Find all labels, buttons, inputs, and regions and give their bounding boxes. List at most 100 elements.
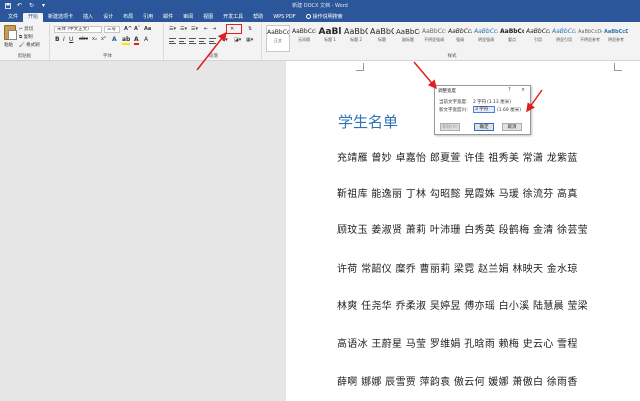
copy-button[interactable]: ⧉ 复制 (19, 34, 33, 40)
paste-icon[interactable] (4, 25, 17, 40)
style-name: 标题 2 (350, 37, 362, 42)
style-sample: AaBbCcDc (604, 29, 628, 35)
tab-new[interactable]: 新建选项卡 (43, 13, 78, 22)
increase-indent-icon[interactable]: ⇥ (212, 26, 216, 32)
style-intense-quote[interactable]: AaBbCcDc 明显引用 (552, 25, 576, 52)
style-name: 标题 1 (324, 37, 336, 42)
multilevel-list-icon[interactable]: ☰▾ (191, 26, 198, 32)
style-intense-emphasis[interactable]: AaBbCcDc 明显强调 (474, 25, 498, 52)
document-canvas[interactable]: 学生名单 充靖雁 曾妙 卓嘉怡 郎夏萱 许佳 祖秀美 常潇 龙紫蓝 靳祖库 能逸… (0, 61, 640, 401)
numbering-icon[interactable]: ☰▾ (180, 26, 187, 32)
reset-button[interactable]: 删除(R) (440, 123, 460, 131)
tab-help[interactable]: 帮助 (248, 13, 268, 22)
close-icon[interactable]: × (521, 87, 525, 93)
margin-corner-mark (356, 63, 364, 71)
format-painter-button[interactable]: 🖌 格式刷 (19, 42, 40, 48)
paragraph-group-label: 段落 (209, 54, 218, 59)
char-shading-icon[interactable]: A (144, 36, 148, 43)
document-heading[interactable]: 学生名单 (338, 111, 398, 132)
font-color-icon[interactable]: A (134, 36, 139, 45)
justify-icon[interactable] (199, 38, 206, 44)
style-subtle-emphasis[interactable]: AaBbCcDc 不明显强调 (422, 25, 446, 52)
name-line[interactable]: 顾玟玉 姜淑贤 萧莉 叶沛珊 白秀英 段鹤梅 金清 徐芸莹 (337, 221, 588, 236)
style-name: 不明显强调 (424, 37, 444, 42)
align-right-icon[interactable] (189, 38, 196, 44)
line-spacing-icon[interactable]: ↕▾ (221, 37, 228, 43)
tab-wps-pdf[interactable]: WPS PDF (268, 13, 300, 22)
style-intense-reference[interactable]: AaBbCcDc 明显参考 (604, 25, 628, 52)
tab-design[interactable]: 设计 (98, 13, 118, 22)
style-sample: AaBbCcDc (526, 28, 550, 35)
decrease-indent-icon[interactable]: ⇤ (204, 26, 208, 32)
style-subtitle[interactable]: AaBbCcD副标题 (396, 25, 420, 52)
style-quote[interactable]: AaBbCcDc 引用 (526, 25, 550, 52)
tab-home[interactable]: 开始 (23, 13, 44, 22)
name-line[interactable]: 充靖雁 曾妙 卓嘉怡 郎夏萱 许佳 祖秀美 常潇 龙紫蓝 (337, 149, 578, 164)
bullets-icon[interactable]: ☰▾ (169, 26, 176, 32)
new-width-unit: (1.69 厘米) (497, 108, 521, 113)
current-width-label: 当前文字宽度: (439, 100, 468, 105)
style-sample: AaBbCcDc (448, 28, 472, 35)
tab-developer[interactable]: 开发工具 (218, 13, 248, 22)
style-sample: AaBbC (344, 27, 368, 36)
style-strong[interactable]: AaBbCcDc 要点 (500, 25, 524, 52)
superscript-icon[interactable]: x² (101, 36, 106, 42)
text-effects-icon[interactable]: A (112, 36, 117, 43)
distributed-icon[interactable] (209, 38, 216, 44)
font-group: 宋体 (中文正文) 三号 A^ Aˇ Aa B I U abc x₂ x² A … (52, 23, 164, 60)
new-width-input[interactable]: 3 字符 (473, 106, 495, 113)
ok-button[interactable]: 确定 (474, 123, 494, 131)
help-icon[interactable]: ? (508, 87, 511, 93)
tab-review[interactable]: 审阅 (178, 13, 198, 22)
style-heading-2[interactable]: AaBbC 标题 2 (344, 25, 368, 52)
name-line[interactable]: 高语冰 王蔚星 马莹 罗维娟 孔晗雨 赖梅 史云心 雪程 (337, 335, 578, 350)
font-name-select[interactable]: 宋体 (中文正文) (54, 26, 102, 33)
style-sample: AaBbCcD (396, 28, 420, 36)
style-subtle-reference[interactable]: AaBbCcDc 不明显参考 (578, 25, 602, 52)
subscript-icon[interactable]: x₂ (92, 36, 97, 42)
style-heading-1[interactable]: AaBl 标题 1 (318, 25, 342, 52)
tell-me-label: 操作说明搜索 (312, 14, 343, 20)
tab-file[interactable]: 文件 (3, 13, 23, 22)
sort-icon[interactable]: ⇅ (248, 26, 252, 32)
style-sample: AaBbCcDc (474, 28, 498, 35)
style-sample: AaBbCcDc (267, 29, 289, 36)
tell-me-search[interactable]: 操作说明搜索 (301, 13, 348, 22)
name-line[interactable]: 靳祖库 能逸丽 丁林 勾昭懿 晃霞姝 马瑗 徐流芬 高真 (337, 185, 578, 200)
style-emphasis[interactable]: AaBbCcDc 强调 (448, 25, 472, 52)
current-width-unit: (1.13 厘米) (487, 100, 511, 105)
name-line[interactable]: 薛啊 娜娜 辰雪贾 萍韵袁 傲云何 媛娜 萧傲白 徐雨香 (337, 373, 578, 388)
cancel-button[interactable]: 取消 (502, 123, 522, 131)
style-normal[interactable]: AaBbCcDc 正文 (266, 25, 290, 52)
grow-font-icon[interactable]: A^ (124, 26, 132, 32)
shading-icon[interactable]: ◪▾ (234, 37, 241, 43)
paste-label[interactable]: 粘贴 (4, 42, 13, 48)
font-size-select[interactable]: 三号 (104, 26, 120, 33)
tab-insert[interactable]: 插入 (78, 13, 98, 22)
cut-button[interactable]: ✂ 剪切 (19, 26, 33, 32)
tab-layout[interactable]: 布局 (118, 13, 138, 22)
tab-references[interactable]: 引用 (138, 13, 158, 22)
name-line[interactable]: 许荷 常韶仪 糜乔 曹丽莉 梁霓 赵兰娟 林映天 金水琼 (337, 260, 578, 275)
change-case-icon[interactable]: Aa (144, 26, 151, 32)
style-sample: AaBbCcDc (552, 28, 576, 35)
style-name: 正文 (274, 38, 282, 43)
clipboard-group: 粘贴 ✂ 剪切 ⧉ 复制 🖌 格式刷 剪贴板 (0, 23, 50, 60)
italic-icon[interactable]: I (63, 36, 65, 43)
underline-icon[interactable]: U (69, 36, 73, 43)
borders-icon[interactable]: ▦▾ (246, 37, 253, 43)
align-left-icon[interactable] (169, 38, 176, 44)
tab-mailings[interactable]: 邮件 (158, 13, 178, 22)
adjust-width-dialog: 调整宽度 ? × 当前文字宽度: 2 字符 (1.13 厘米) 新文字宽度(I)… (434, 85, 531, 135)
highlight-color-icon[interactable]: ab (122, 36, 131, 45)
tab-view[interactable]: 视图 (198, 13, 218, 22)
style-no-spacing[interactable]: AaBbCcDc 无间隔 (292, 25, 316, 52)
align-center-icon[interactable] (179, 38, 186, 44)
style-name: 标题 (378, 37, 386, 42)
style-title[interactable]: AaBbC 标题 (370, 25, 394, 52)
shrink-font-icon[interactable]: Aˇ (134, 26, 140, 32)
bold-icon[interactable]: B (55, 36, 60, 43)
name-line[interactable]: 林爽 任尧华 乔柔淑 吴婷昱 傅亦瑶 白小溪 陆慧晨 莹梁 (337, 297, 588, 312)
cut-label: 剪切 (24, 27, 34, 32)
strikethrough-icon[interactable]: abc (79, 36, 88, 42)
